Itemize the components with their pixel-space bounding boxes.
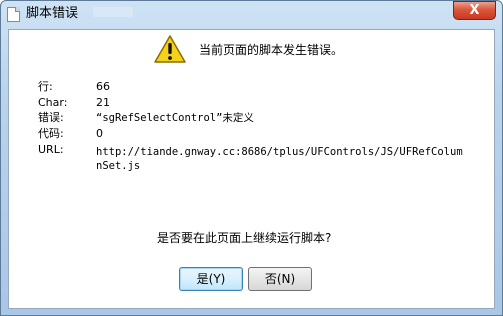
close-icon: X bbox=[469, 3, 480, 18]
error-headline: 当前页面的脚本发生错误。 bbox=[199, 43, 344, 57]
detail-label-line: 行: bbox=[38, 80, 53, 93]
continue-question: 是否要在此页面上继续运行脚本? bbox=[157, 231, 332, 245]
warning-triangle-icon bbox=[154, 35, 186, 63]
detail-value-code: 0 bbox=[96, 127, 103, 140]
detail-label-error: 错误: bbox=[38, 111, 64, 124]
close-button[interactable]: X bbox=[453, 1, 496, 20]
dialog-body: 当前页面的脚本发生错误。 行: 66 Char: 21 错误: “sgRefSe… bbox=[8, 29, 495, 309]
detail-label-url: URL: bbox=[38, 143, 64, 156]
window-title: 脚本错误 bbox=[26, 6, 79, 21]
title-bar[interactable]: 脚本错误 X bbox=[1, 1, 502, 29]
document-icon bbox=[7, 7, 20, 22]
detail-label-char: Char: bbox=[38, 96, 68, 109]
detail-value-url: http://tiande.gnway.cc:8686/tplus/UFCont… bbox=[96, 146, 463, 172]
detail-label-code: 代码: bbox=[38, 127, 64, 140]
detail-value-error: “sgRefSelectControl”未定义 bbox=[96, 112, 254, 124]
yes-button[interactable]: 是(Y) bbox=[179, 267, 243, 291]
script-error-dialog: 脚本错误 X 当前页面的脚本发生错误。 行: 66 Char: 21 错误: “… bbox=[0, 0, 503, 316]
no-button[interactable]: 否(N) bbox=[248, 267, 312, 291]
detail-value-char: 21 bbox=[96, 96, 110, 109]
detail-value-line: 66 bbox=[96, 80, 110, 93]
